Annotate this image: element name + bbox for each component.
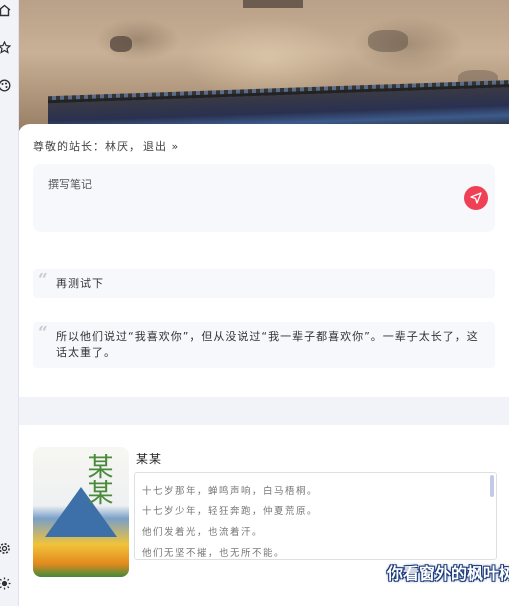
- quote-text: 再测试下: [56, 277, 104, 290]
- quote-item: “ 所以他们说过“我喜欢你”，但从没说过“我一辈子都喜欢你”。一辈子太长了，这话…: [33, 322, 495, 368]
- greeting: 尊敬的站长：林厌， 退出 »: [33, 138, 179, 154]
- palette-icon[interactable]: [0, 78, 11, 92]
- left-rail: [0, 0, 19, 606]
- quote-item: “ 再测试下: [33, 269, 495, 298]
- send-button[interactable]: [464, 186, 488, 210]
- greeting-comma: ，: [129, 140, 141, 153]
- book-cover-image[interactable]: 某某: [33, 447, 129, 577]
- quote-icon: “: [38, 323, 49, 343]
- sun-icon[interactable]: [0, 576, 11, 590]
- book-title[interactable]: 某某: [136, 450, 162, 467]
- excerpt-line: 十七岁那年，蝉鸣声响，白马梧桐。: [142, 486, 319, 497]
- note-placeholder: 撰写笔记: [48, 178, 92, 191]
- greeting-prefix: 尊敬的站长：: [33, 140, 105, 153]
- home-icon[interactable]: [0, 3, 11, 17]
- logout-link[interactable]: 退出 »: [143, 140, 179, 153]
- gear-icon[interactable]: [0, 541, 11, 555]
- excerpt-line: 他们无坚不摧，也无所不能。: [142, 548, 286, 559]
- lyric-caption: 你看窗外的枫叶树: [387, 564, 509, 583]
- quote-text: 所以他们说过“我喜欢你”，但从没说过“我一辈子都喜欢你”。一辈子太长了，这话太重…: [56, 330, 479, 359]
- excerpt-line: 他们发着光，也流着汗。: [142, 527, 264, 538]
- note-input[interactable]: 撰写笔记: [33, 164, 495, 232]
- cover-title: 某某: [83, 453, 113, 505]
- excerpt-line: 十七岁少年，轻狂奔跑，仲夏荒原。: [142, 506, 319, 517]
- quote-icon: “: [38, 270, 49, 290]
- send-icon: [470, 192, 482, 204]
- main-card: 尊敬的站长：林厌， 退出 » 撰写笔记 “ 再测试下 “ 所以他们说过“我喜欢你”…: [18, 124, 509, 397]
- admin-name[interactable]: 林厌: [105, 140, 129, 153]
- excerpt-scrollbar[interactable]: [490, 475, 494, 497]
- section-divider: [18, 397, 509, 425]
- book-excerpt[interactable]: 十七岁那年，蝉鸣声响，白马梧桐。 十七岁少年，轻狂奔跑，仲夏荒原。 他们发着光，…: [134, 472, 497, 560]
- star-icon[interactable]: [0, 40, 11, 54]
